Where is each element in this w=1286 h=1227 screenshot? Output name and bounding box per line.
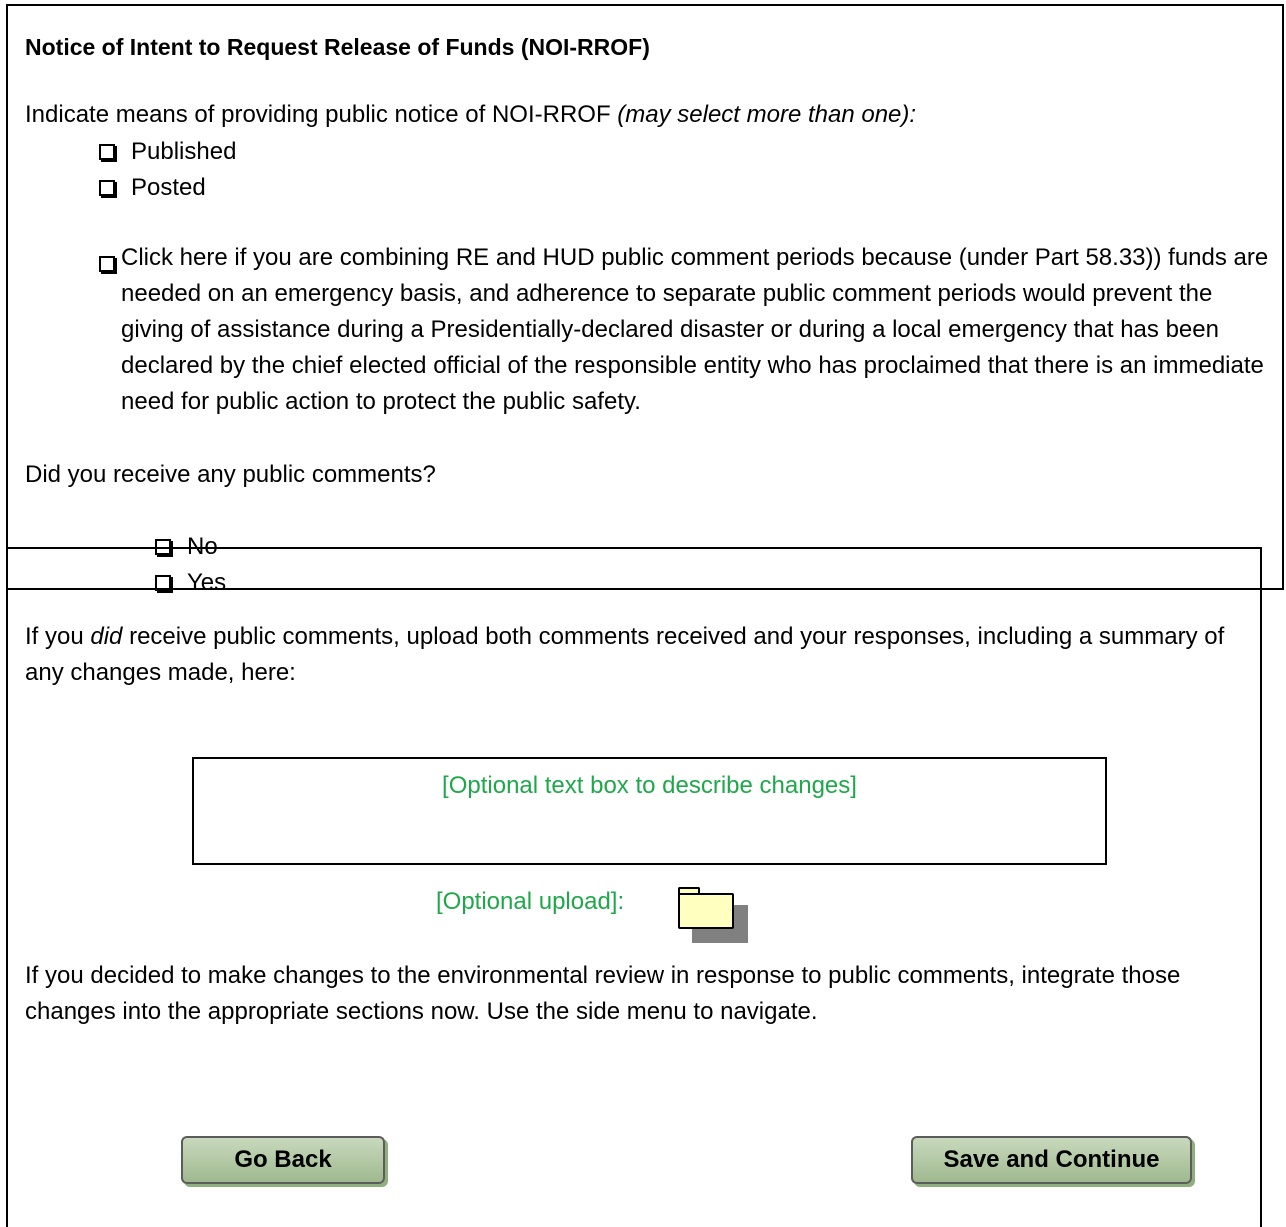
changes-textbox[interactable]: [Optional text box to describe changes] xyxy=(192,757,1107,865)
checkbox-icon[interactable] xyxy=(155,575,171,591)
upload-label: [Optional upload]: xyxy=(436,888,625,915)
section-title: Notice of Intent to Request Release of F… xyxy=(25,34,650,60)
public-comments-question: Did you receive any public comments? xyxy=(25,461,436,488)
folder-body xyxy=(678,893,734,929)
checkbox-icon[interactable] xyxy=(99,144,115,160)
save-and-continue-button[interactable]: Save and Continue xyxy=(911,1136,1192,1184)
changes-textbox-placeholder: [Optional text box to describe changes] xyxy=(442,772,857,799)
combine-comment-periods-label: Click here if you are combining RE and H… xyxy=(121,244,1269,415)
folder-icon[interactable] xyxy=(678,887,748,943)
checkbox-label: Posted xyxy=(131,174,206,201)
radio-comments-yes[interactable]: Yes xyxy=(155,565,226,601)
checkbox-label: Published xyxy=(131,138,237,165)
checkbox-icon[interactable] xyxy=(155,539,171,555)
integration-note: If you decided to make changes to the en… xyxy=(25,962,1181,1025)
checkbox-combine-comment-periods[interactable] xyxy=(99,255,115,272)
radio-comments-no[interactable]: No xyxy=(155,529,218,565)
notice-means-prompt: Indicate means of providing public notic… xyxy=(25,101,917,128)
checkbox-label: Yes xyxy=(187,569,227,596)
upload-instructions: If you did receive public comments, uplo… xyxy=(25,623,1225,686)
checkbox-label: No xyxy=(187,533,218,560)
checkbox-posted[interactable]: Posted xyxy=(99,170,206,206)
go-back-button[interactable]: Go Back xyxy=(181,1136,385,1184)
checkbox-icon[interactable] xyxy=(99,180,115,196)
checkbox-published[interactable]: Published xyxy=(99,134,236,170)
